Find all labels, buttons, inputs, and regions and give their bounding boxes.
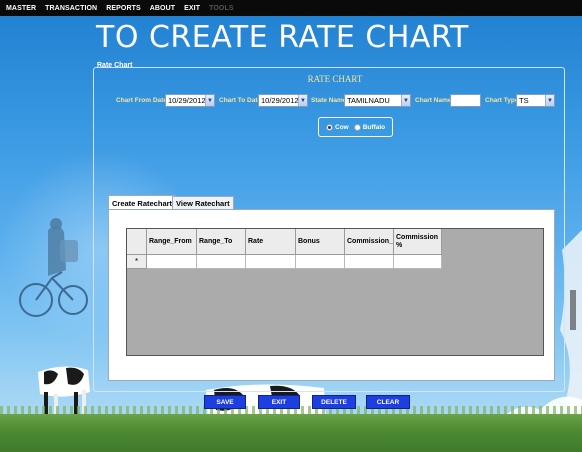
cow-radio-label: Cow [335,123,349,131]
column-header-bonus[interactable]: Bonus [296,229,345,255]
chevron-down-icon[interactable]: ▼ [545,95,554,106]
tab-view-ratechart[interactable]: View Ratechart [172,196,234,209]
chart-from-date-label: Chart From Date [116,97,167,104]
chart-to-date-label: Chart To Date [219,97,262,104]
new-row-marker[interactable]: * [127,255,147,269]
buffalo-radio[interactable]: Buffalo [353,123,386,131]
menu-master[interactable]: MASTER [6,5,36,12]
chart-to-date-picker[interactable]: 10/29/2012 ▼ [258,94,308,107]
cell-commission[interactable] [345,255,394,269]
chart-from-date-value: 10/29/2012 [168,96,205,105]
chart-type-select[interactable]: TS ▼ [516,94,555,107]
cyclist-illustration [19,218,88,317]
menu-transaction[interactable]: TRANSACTION [45,5,97,12]
grid-header-row: Range_From Range_To Rate Bonus Commissio… [127,229,442,255]
rate-chart-heading: RATE CHART [307,74,363,84]
cell-bonus[interactable] [296,255,345,269]
chart-name-input[interactable] [450,94,481,107]
menu-tools[interactable]: TOOLS [209,5,233,12]
menu-about[interactable]: ABOUT [150,5,175,12]
column-header-range-from[interactable]: Range_From [147,229,197,255]
page-title: TO CREATE RATE CHART [96,20,469,55]
grass-field [0,414,582,452]
cell-rate[interactable] [246,255,296,269]
chevron-down-icon[interactable]: ▼ [205,95,214,106]
cow-radio[interactable]: Cow [326,123,349,131]
column-header-commission-percent[interactable]: Commission % [394,229,442,255]
chart-type-value: TS [519,96,529,105]
chart-to-date-value: 10/29/2012 [261,96,298,105]
tab-create-ratechart[interactable]: Create Ratechart [108,195,177,210]
rate-grid[interactable]: Range_From Range_To Rate Bonus Commissio… [126,228,544,356]
grid-corner-cell [127,229,147,255]
column-header-rate[interactable]: Rate [246,229,296,255]
column-header-range-to[interactable]: Range_To [197,229,246,255]
menu-exit[interactable]: EXIT [184,5,200,12]
state-name-value: TAMILNADU [347,96,390,105]
chevron-down-icon[interactable]: ▼ [401,95,410,106]
cell-commission-percent[interactable] [394,255,442,269]
menu-bar: MASTER TRANSACTION REPORTS ABOUT EXIT TO… [0,0,582,16]
chart-name-label: Chart Name [415,97,452,104]
state-name-select[interactable]: TAMILNADU ▼ [344,94,411,107]
chart-from-date-picker[interactable]: 10/29/2012 ▼ [165,94,215,107]
state-name-label: State Name [311,97,347,104]
groupbox-legend: Rate Chart [97,62,133,69]
menu-reports[interactable]: REPORTS [106,5,141,12]
clear-button[interactable]: CLEAR [366,395,410,409]
exit-button[interactable]: EXIT [258,395,300,409]
radio-checked-icon[interactable] [326,123,333,131]
animal-type-radio-group: Cow Buffalo [318,117,393,137]
save-button[interactable]: SAVE [204,395,246,409]
buffalo-radio-label: Buffalo [362,123,386,131]
delete-button[interactable]: DELETE [312,395,356,409]
chevron-down-icon[interactable]: ▼ [298,95,307,106]
cell-range-to[interactable] [197,255,246,269]
cell-range-from[interactable] [147,255,197,269]
table-row: * [127,255,442,269]
chart-type-label: Chart Type [485,97,519,104]
radio-unchecked-icon[interactable] [353,123,361,131]
column-header-commission[interactable]: Commission_ [345,229,394,255]
